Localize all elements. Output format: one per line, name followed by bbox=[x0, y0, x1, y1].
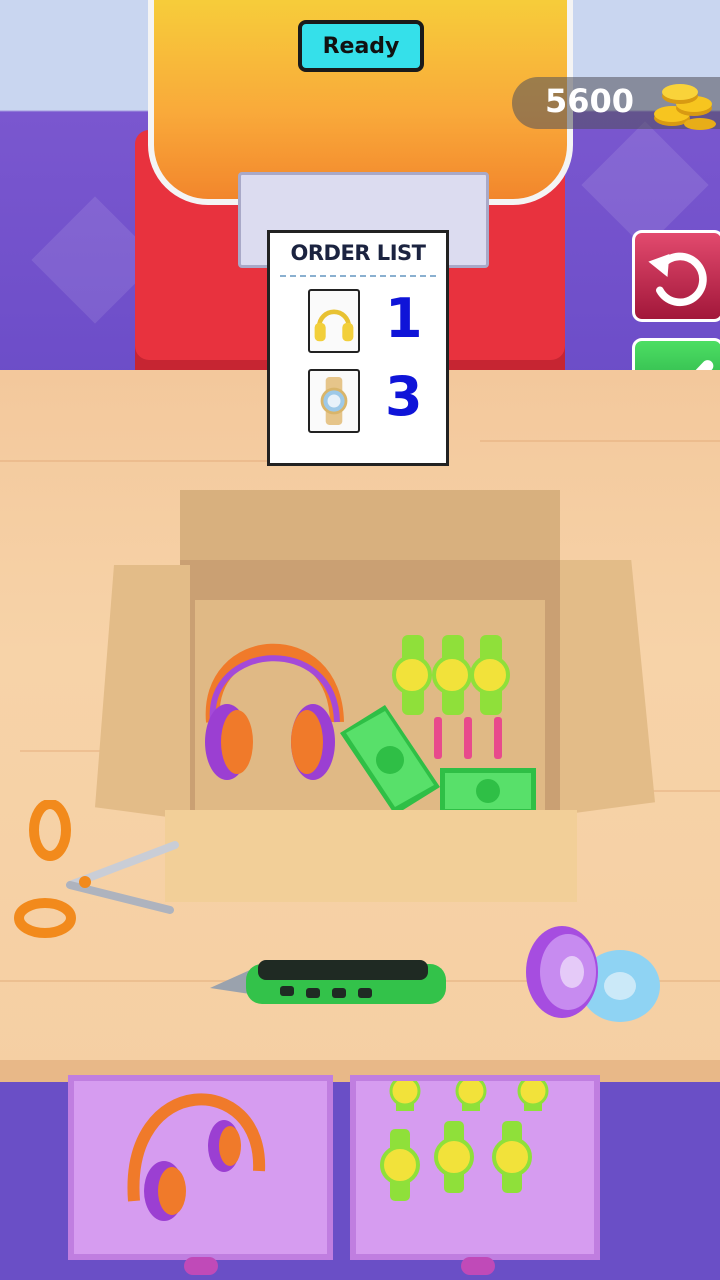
scissors-tool[interactable] bbox=[10, 800, 180, 950]
order-list-divider bbox=[280, 275, 436, 277]
tape-rolls-tool[interactable] bbox=[520, 920, 670, 1030]
order-list-title: ORDER LIST bbox=[290, 241, 426, 265]
order-item-watch bbox=[308, 369, 360, 433]
order-item-headphones bbox=[308, 289, 360, 353]
undo-button[interactable] bbox=[632, 230, 720, 322]
ready-indicator[interactable]: Ready bbox=[298, 20, 424, 72]
watches-item[interactable] bbox=[390, 635, 520, 765]
wristwatch-icon bbox=[320, 377, 348, 425]
watches-stock[interactable] bbox=[356, 1075, 596, 1256]
drawer-knob[interactable] bbox=[184, 1257, 218, 1275]
coin-stack-icon bbox=[654, 84, 716, 130]
box-front-panel bbox=[165, 810, 577, 902]
drawer-knob[interactable] bbox=[461, 1257, 495, 1275]
cutter-knife-tool[interactable] bbox=[210, 950, 450, 1015]
headphones-drawer[interactable] bbox=[68, 1075, 333, 1275]
headphones-stock[interactable] bbox=[74, 1081, 324, 1256]
undo-arrow-icon bbox=[648, 252, 707, 307]
order-list: ORDER LIST 1 3 bbox=[267, 230, 449, 466]
order-item-quantity: 1 bbox=[385, 287, 423, 350]
headphones-item[interactable] bbox=[195, 612, 350, 787]
headphones-icon bbox=[314, 309, 354, 342]
watches-drawer[interactable] bbox=[350, 1075, 600, 1275]
order-item-quantity: 3 bbox=[385, 365, 423, 428]
coin-amount: 5600 bbox=[545, 82, 635, 120]
cash-bill-item[interactable] bbox=[440, 768, 536, 814]
